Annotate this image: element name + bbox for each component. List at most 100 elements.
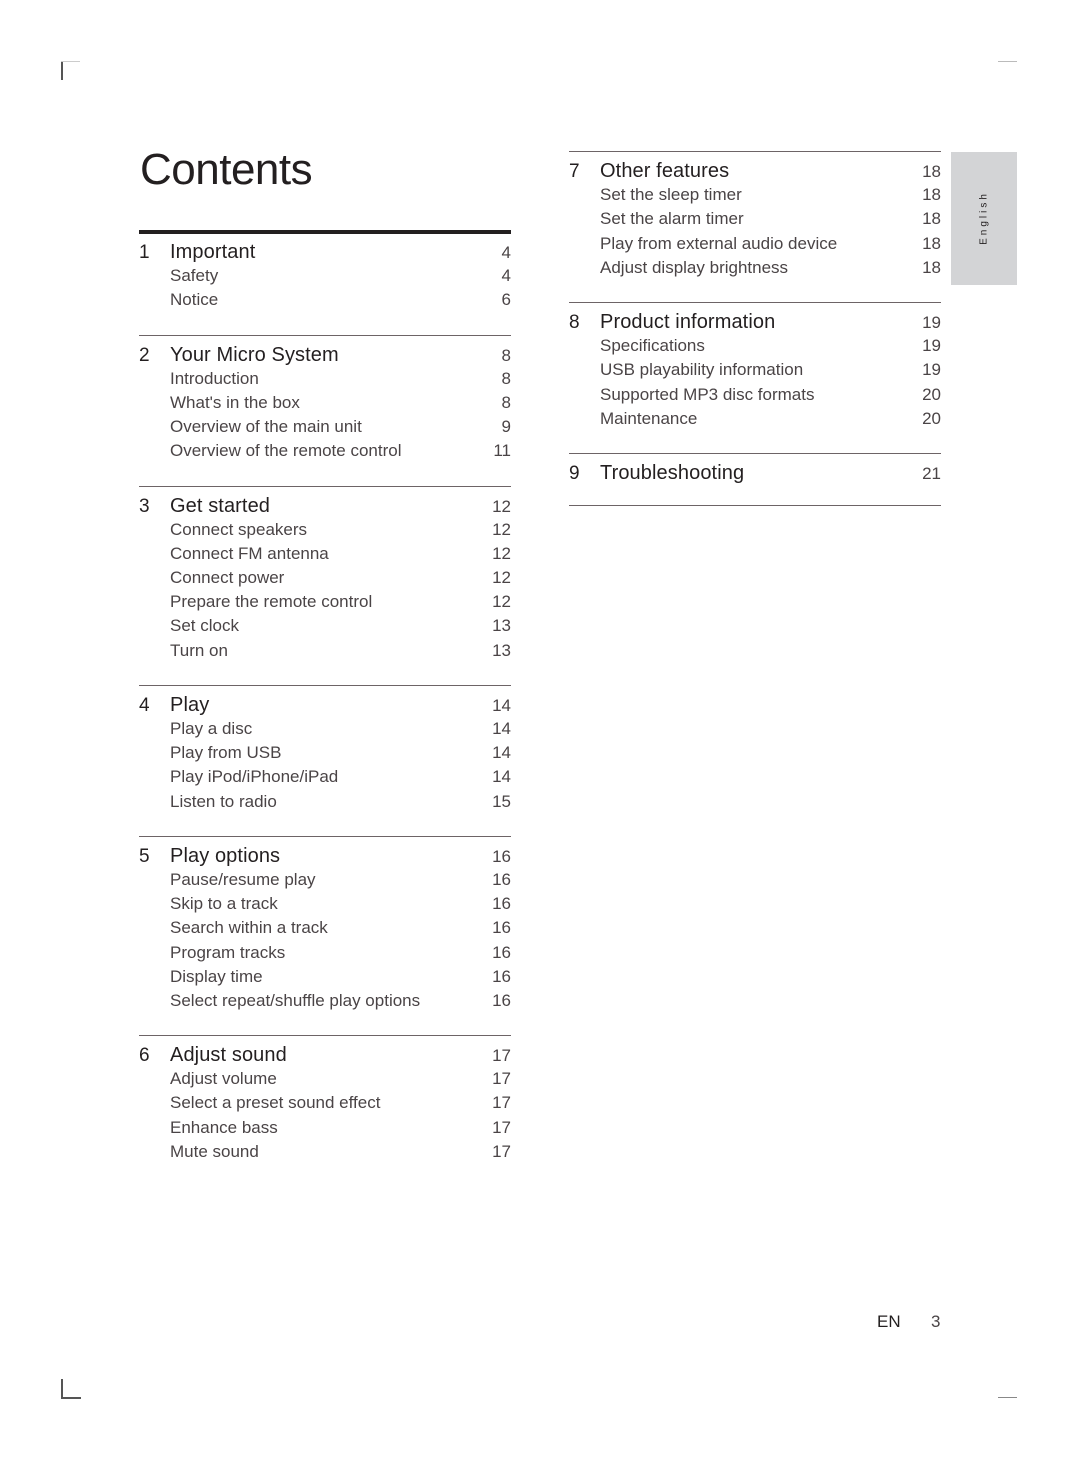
subsection-title: Introduction [170, 368, 259, 388]
chapter-title: Your Micro System [170, 343, 339, 366]
chapter-page: 18 [922, 162, 941, 181]
crop-mark-top-right [998, 61, 1017, 62]
toc-chapter-entry[interactable]: 5 Play options 16 [139, 844, 511, 868]
chapter-page: 19 [922, 312, 941, 332]
chapter-page: 8 [501, 345, 511, 365]
toc-subsection-entry[interactable]: Set clock 13 [139, 614, 511, 638]
chapter-title: Troubleshooting [600, 461, 745, 484]
chapter-number: 9 [569, 462, 580, 484]
chapter-number: 3 [139, 495, 150, 517]
subsection-page: 16 [492, 894, 511, 914]
toc-chapter-entry[interactable]: 1 Important 4 [139, 240, 511, 264]
subsection-title: Skip to a track [170, 894, 278, 914]
toc-subsection-entry[interactable]: Safety 4 [139, 264, 511, 288]
toc-subsection-entry[interactable]: Adjust volume 17 [139, 1067, 511, 1091]
crop-mark-bottom-left-horizontal [61, 1397, 81, 1399]
toc-subsection-entry[interactable]: Search within a track 16 [139, 916, 511, 940]
toc-subsection-entry[interactable]: Play a disc 14 [139, 717, 511, 741]
chapter-page: 14 [492, 695, 511, 715]
chapter-number: 6 [139, 1045, 150, 1067]
toc-subsection-entry[interactable]: Maintenance 20 [569, 407, 941, 431]
toc-subsection-entry[interactable]: Adjust display brightness 18 [569, 256, 941, 280]
toc-subsection-entry[interactable]: Prepare the remote control 12 [139, 590, 511, 614]
chapter-page: 17 [492, 1046, 511, 1066]
toc-subsection-entry[interactable]: Skip to a track 16 [139, 892, 511, 916]
toc-subsection-entry[interactable]: Select a preset sound effect 17 [139, 1091, 511, 1115]
toc-subsection-entry[interactable]: Program tracks 16 [139, 941, 511, 965]
toc-subsection-entry[interactable]: Mute sound 17 [139, 1140, 511, 1164]
toc-section: 3 Get started 12 Connect speakers 12 Connect … [139, 485, 511, 663]
subsection-page: 12 [492, 519, 511, 539]
subsection-title: Play from external audio device [600, 233, 838, 253]
toc-subsection-entry[interactable]: Play iPod/iPhone/iPad 14 [139, 765, 511, 789]
subsection-page: 18 [922, 209, 941, 229]
subsection-title: Search within a track [170, 918, 328, 938]
toc-subsection-entry[interactable]: Enhance bass 17 [139, 1116, 511, 1140]
chapter-page: 21 [922, 463, 941, 483]
toc-subsection-entry[interactable]: Overview of the main unit 9 [139, 415, 511, 439]
toc-section: 1 Important 4 Safety 4 Notice 6 [139, 230, 511, 313]
subsection-title: Turn on [170, 640, 228, 660]
subsection-title: Connect power [170, 568, 285, 588]
chapter-page: 4 [501, 243, 511, 262]
subsection-page: 19 [922, 336, 941, 356]
toc-subsection-entry[interactable]: Supported MP3 disc formats 20 [569, 383, 941, 407]
toc-subsection-entry[interactable]: Notice 6 [139, 288, 511, 312]
toc-subsection-entry[interactable]: What's in the box 8 [139, 391, 511, 415]
toc-column-left: 1 Important 4 Safety 4 Notice 6 2 Your Micro Sys… [139, 230, 511, 1186]
chapter-title: Other features [600, 160, 730, 182]
subsection-page: 20 [922, 408, 941, 428]
toc-chapter-entry[interactable]: 3 Get started 12 [139, 494, 511, 518]
toc-subsection-entry[interactable]: Display time 16 [139, 965, 511, 989]
toc-chapter-entry[interactable]: 7 Other features 18 [569, 159, 941, 183]
subsection-page: 16 [492, 869, 511, 889]
subsection-title: Select repeat/shuffle play options [170, 990, 421, 1010]
toc-subsection-entry[interactable]: Connect power 12 [139, 566, 511, 590]
toc-subsection-entry[interactable]: Listen to radio 15 [139, 790, 511, 814]
toc-subsection-entry[interactable]: Play from external audio device 18 [569, 232, 941, 256]
subsection-title: Set the sleep timer [600, 185, 742, 205]
subsection-page: 8 [501, 392, 511, 412]
toc-section: 4 Play 14 Play a disc 14 Play from USB 14 Play … [139, 684, 511, 814]
toc-subsection-entry[interactable]: Pause/resume play 16 [139, 868, 511, 892]
subsection-page: 17 [492, 1117, 511, 1137]
toc-chapter-entry[interactable]: 9 Troubleshooting 21 [569, 461, 941, 485]
toc-subsection-entry[interactable]: Turn on 13 [139, 639, 511, 663]
toc-chapter-entry[interactable]: 2 Your Micro System 8 [139, 343, 511, 367]
subsection-page: 11 [493, 441, 511, 461]
crop-mark-top-left-horizontal [61, 61, 80, 62]
toc-subsection-entry[interactable]: Connect FM antenna 12 [139, 542, 511, 566]
toc-subsection-entry[interactable]: Connect speakers 12 [139, 518, 511, 542]
chapter-number: 4 [139, 694, 150, 716]
subsection-title: Enhance bass [170, 1117, 278, 1137]
toc-chapter-entry[interactable]: 4 Play 14 [139, 693, 511, 717]
toc-subsection-entry[interactable]: Overview of the remote control 11 [139, 439, 511, 463]
toc-subsection-entry[interactable]: USB playability information 19 [569, 358, 941, 382]
toc-chapter-entry[interactable]: 8 Product information 19 [569, 310, 941, 334]
toc-subsection-entry[interactable]: Select repeat/shuffle play options 16 [139, 989, 511, 1013]
chapter-number: 8 [569, 311, 580, 333]
subsection-title: Maintenance [600, 408, 698, 428]
subsection-page: 20 [922, 384, 941, 404]
footer-language: EN [877, 1312, 901, 1331]
toc-subsection-entry[interactable]: Play from USB 14 [139, 741, 511, 765]
language-tab-label: English [978, 191, 990, 245]
crop-mark-bottom-right [998, 1397, 1017, 1398]
toc-subsection-entry[interactable]: Specifications 19 [569, 334, 941, 358]
subsection-page: 16 [492, 942, 511, 962]
subsection-page: 13 [492, 640, 511, 660]
toc-subsection-entry[interactable]: Set the alarm timer 18 [569, 207, 941, 231]
subsection-title: Mute sound [170, 1141, 259, 1161]
crop-mark-top-left-vertical [61, 61, 63, 80]
chapter-page: 12 [492, 496, 511, 516]
toc-subsection-entry[interactable]: Set the sleep timer 18 [569, 183, 941, 207]
subsection-title: Select a preset sound effect [170, 1093, 381, 1113]
toc-chapter-entry[interactable]: 6 Adjust sound 17 [139, 1043, 511, 1067]
toc-subsection-entry[interactable]: Introduction 8 [139, 367, 511, 391]
toc-section: 5 Play options 16 Pause/resume play 16 Skip t… [139, 835, 511, 1013]
chapter-title: Product information [600, 310, 776, 333]
subsection-title: Display time [170, 966, 263, 986]
toc-section: 6 Adjust sound 17 Adjust volume 17 Select a p… [139, 1035, 511, 1164]
subsection-page: 14 [492, 719, 511, 738]
chapter-number: 2 [139, 344, 150, 366]
